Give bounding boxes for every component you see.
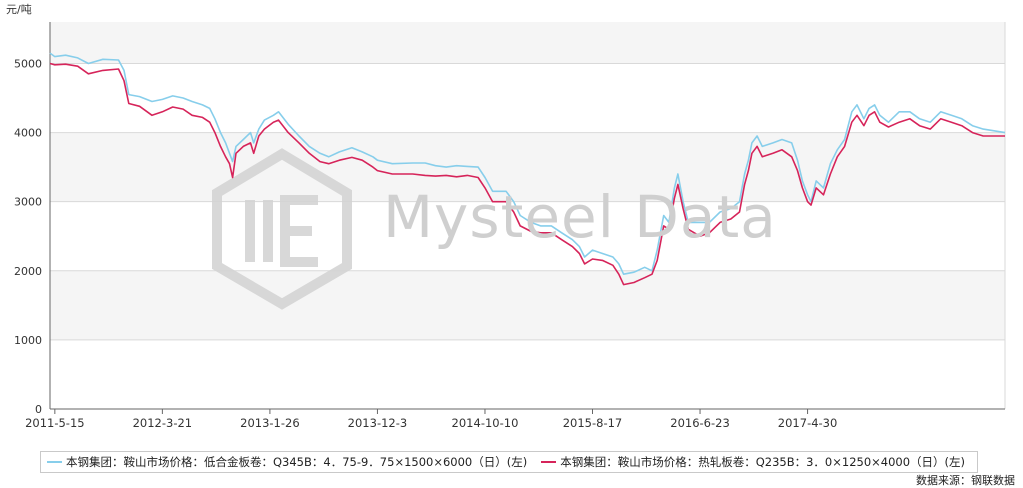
legend-label-q345b: 本钢集团：鞍山市场价格：低合金板卷：Q345B：4．75-9．75×1500×6… bbox=[66, 455, 528, 469]
x-tick-label: 2013-12-3 bbox=[348, 416, 408, 430]
y-tick-label: 3000 bbox=[14, 196, 42, 209]
x-tick-label: 2016-6-23 bbox=[670, 416, 730, 430]
legend-label-q235b: 本钢集团：鞍山市场价格：热轧板卷：Q235B：3．0×1250×4000（日）(… bbox=[560, 455, 966, 469]
legend-item-q235b[interactable]: 本钢集团：鞍山市场价格：热轧板卷：Q235B：3．0×1250×4000（日）(… bbox=[541, 454, 965, 470]
legend-swatch-q345b bbox=[47, 461, 62, 463]
x-tick-label: 2015-8-17 bbox=[563, 416, 623, 430]
legend-item-q345b[interactable]: 本钢集团：鞍山市场价格：低合金板卷：Q345B：4．75-9．75×1500×6… bbox=[47, 454, 527, 470]
y-tick-labels: 0 1000 2000 3000 4000 5000 bbox=[14, 57, 42, 416]
x-tick-label: 2017-4-30 bbox=[778, 416, 838, 430]
plot-band-top bbox=[50, 22, 1005, 64]
legend: 本钢集团：鞍山市场价格：低合金板卷：Q345B：4．75-9．75×1500×6… bbox=[40, 451, 978, 473]
x-tick-label: 2014-10-10 bbox=[452, 416, 519, 430]
source-note: 数据来源：钢联数据 bbox=[916, 474, 1015, 487]
watermark-text: Mysteel Data bbox=[383, 183, 777, 251]
watermark-bar-1 bbox=[245, 200, 255, 262]
legend-swatch-q235b bbox=[541, 461, 557, 463]
y-tick-label: 1000 bbox=[14, 334, 42, 347]
y-tick-label: 4000 bbox=[14, 127, 42, 140]
watermark-bar-2 bbox=[263, 200, 273, 262]
y-axis-unit: 元/吨 bbox=[6, 3, 32, 16]
x-tick-label: 2012-3-21 bbox=[133, 416, 193, 430]
y-tick-label: 5000 bbox=[14, 57, 42, 70]
plot-band bbox=[50, 270, 1005, 340]
x-tick-labels: 2011-5-15 2012-3-21 2013-1-26 2013-12-3 2014… bbox=[25, 416, 837, 430]
x-tick-label: 2013-1-26 bbox=[240, 416, 300, 430]
x-tick-label: 2011-5-15 bbox=[25, 416, 85, 430]
y-tick-label: 2000 bbox=[14, 265, 42, 278]
plot-bands bbox=[50, 22, 1005, 340]
y-tick-label: 0 bbox=[35, 403, 42, 416]
